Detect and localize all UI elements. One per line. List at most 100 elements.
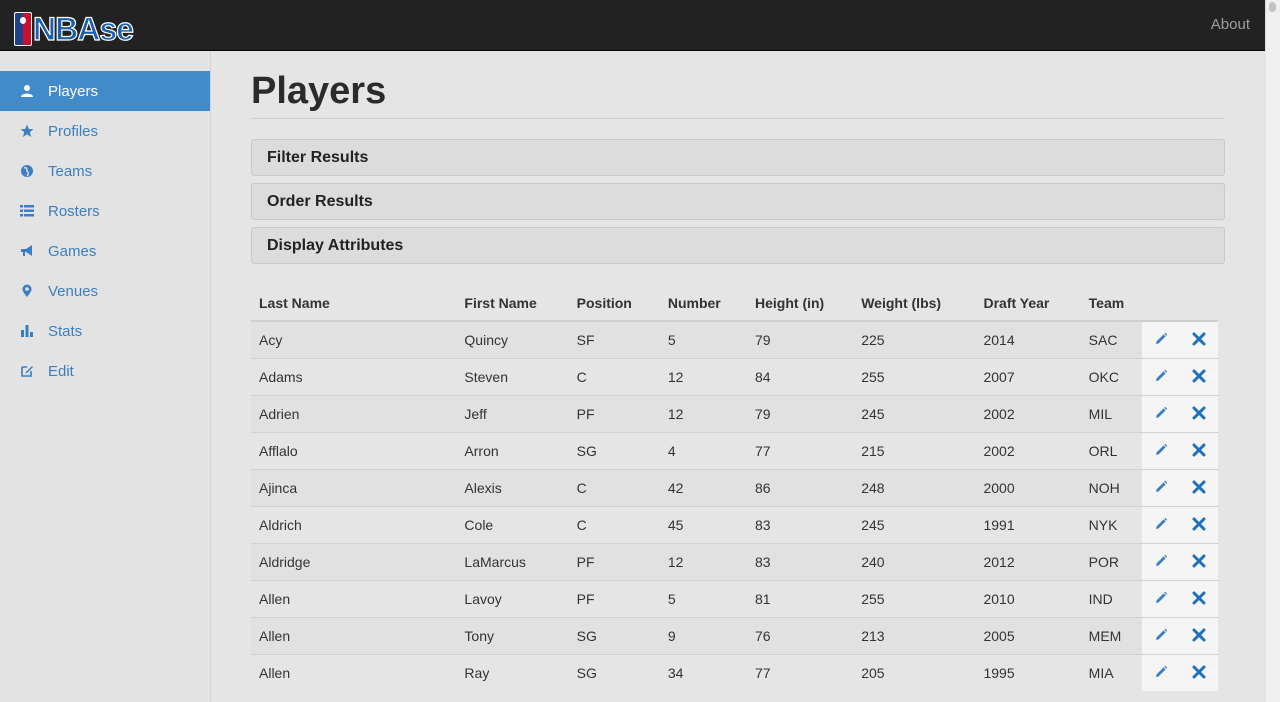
table-cell: Aldrich: [251, 506, 457, 544]
table-cell: 12: [659, 543, 747, 581]
delete-x-icon[interactable]: [1191, 516, 1207, 532]
table-row: Aldridge LaMarcus PF 12 83 240 2012 POR: [251, 543, 1218, 581]
map-marker-icon: [20, 284, 34, 298]
edit-pencil-icon[interactable]: [1153, 479, 1169, 495]
order-results-panel[interactable]: Order Results: [251, 183, 1225, 220]
edit-pencil-icon[interactable]: [1153, 553, 1169, 569]
table-cell: Afflalo: [251, 432, 457, 470]
edit-pencil-icon[interactable]: [1153, 405, 1169, 421]
delete-cell: [1179, 543, 1218, 581]
table-cell: 205: [853, 654, 976, 691]
sidebar-item-players[interactable]: Players: [0, 71, 210, 111]
table-cell: 76: [747, 617, 854, 655]
table-cell: Alexis: [456, 469, 569, 507]
table-row: Afflalo Arron SG 4 77 215 2002 ORL: [251, 432, 1218, 470]
table-row: Allen Ray SG 34 77 205 1995 MIA: [251, 654, 1218, 691]
edit-pencil-icon[interactable]: [1153, 442, 1169, 458]
table-row: Ajinca Alexis C 42 86 248 2000 NOH: [251, 469, 1218, 507]
delete-cell: [1179, 395, 1218, 433]
sidebar-item-games[interactable]: Games: [0, 231, 210, 271]
table-cell: Ajinca: [251, 469, 457, 507]
column-header[interactable]: Position: [568, 286, 660, 322]
delete-x-icon[interactable]: [1191, 590, 1207, 606]
delete-cell: [1179, 580, 1218, 618]
table-cell: C: [568, 506, 660, 544]
edit-cell: [1141, 543, 1180, 581]
table-cell: Jeff: [456, 395, 569, 433]
table-cell: OKC: [1080, 358, 1142, 396]
sidebar-item-label: Teams: [48, 162, 93, 180]
table-cell: MEM: [1080, 617, 1142, 655]
edit-pencil-icon[interactable]: [1153, 627, 1169, 643]
scrollbar-thumb[interactable]: [1269, 2, 1276, 12]
table-cell: Arron: [456, 432, 569, 470]
edit-pencil-icon[interactable]: [1153, 368, 1169, 384]
table-cell: 83: [747, 506, 854, 544]
edit-pencil-icon[interactable]: [1153, 331, 1169, 347]
sidebar-item-venues[interactable]: Venues: [0, 271, 210, 311]
table-cell: 255: [853, 358, 976, 396]
delete-cell: [1179, 469, 1218, 507]
display-attributes-panel[interactable]: Display Attributes: [251, 227, 1225, 264]
table-cell: 86: [747, 469, 854, 507]
nba-logo-icon: [14, 12, 32, 46]
table-row: Acy Quincy SF 5 79 225 2014 SAC: [251, 320, 1218, 359]
table-cell: 5: [659, 320, 747, 359]
sidebar-item-label: Venues: [48, 282, 99, 300]
about-link[interactable]: About: [1211, 16, 1250, 33]
table-cell: 1991: [975, 506, 1081, 544]
table-cell: Quincy: [456, 320, 569, 359]
table-cell: 77: [747, 432, 854, 470]
table-cell: PF: [568, 543, 660, 581]
table-cell: C: [568, 358, 660, 396]
user-icon: [20, 84, 34, 98]
edit-cell: [1141, 395, 1180, 433]
sidebar-item-profiles[interactable]: Profiles: [0, 111, 210, 151]
column-header[interactable]: Team: [1080, 286, 1142, 322]
edit-pencil-icon[interactable]: [1153, 590, 1169, 606]
edit-pencil-icon[interactable]: [1153, 516, 1169, 532]
column-header[interactable]: Height (in): [747, 286, 854, 322]
delete-x-icon[interactable]: [1191, 442, 1207, 458]
edit-pencil-icon[interactable]: [1153, 664, 1169, 680]
stats-icon: [20, 324, 34, 338]
delete-x-icon[interactable]: [1191, 368, 1207, 384]
sidebar-item-stats[interactable]: Stats: [0, 311, 210, 351]
delete-x-icon[interactable]: [1191, 627, 1207, 643]
table-cell: 2007: [975, 358, 1081, 396]
delete-cell: [1179, 654, 1218, 691]
table-cell: 83: [747, 543, 854, 581]
table-cell: NYK: [1080, 506, 1142, 544]
column-header[interactable]: Number: [659, 286, 747, 322]
filter-results-panel[interactable]: Filter Results: [251, 139, 1225, 176]
table-cell: 2014: [975, 320, 1081, 359]
sidebar-item-teams[interactable]: Teams: [0, 151, 210, 191]
delete-x-icon[interactable]: [1191, 331, 1207, 347]
page-scrollbar[interactable]: [1265, 0, 1280, 702]
table-cell: 2002: [975, 432, 1081, 470]
table-cell: 9: [659, 617, 747, 655]
nbase-logo[interactable]: NBAse: [14, 11, 135, 47]
table-cell: Ray: [456, 654, 569, 691]
sidebar-item-edit[interactable]: Edit: [0, 351, 210, 391]
column-header[interactable]: Last Name: [251, 286, 457, 322]
edit-cell: [1141, 506, 1180, 544]
sidebar-item-rosters[interactable]: Rosters: [0, 191, 210, 231]
column-header[interactable]: Draft Year: [975, 286, 1081, 322]
table-cell: Lavoy: [456, 580, 569, 618]
logo-text: NBAse: [32, 11, 134, 47]
delete-x-icon[interactable]: [1191, 405, 1207, 421]
column-header[interactable]: Weight (lbs): [853, 286, 976, 322]
table-cell: 45: [659, 506, 747, 544]
column-header[interactable]: First Name: [456, 286, 569, 322]
table-cell: 213: [853, 617, 976, 655]
delete-cell: [1179, 617, 1218, 655]
delete-x-icon[interactable]: [1191, 553, 1207, 569]
table-cell: PF: [568, 395, 660, 433]
table-cell: Acy: [251, 320, 457, 359]
delete-x-icon[interactable]: [1191, 479, 1207, 495]
table-cell: NOH: [1080, 469, 1142, 507]
table-cell: MIA: [1080, 654, 1142, 691]
sidebar: Players Profiles Teams Rosters Games Ven…: [0, 51, 211, 702]
delete-x-icon[interactable]: [1191, 664, 1207, 680]
